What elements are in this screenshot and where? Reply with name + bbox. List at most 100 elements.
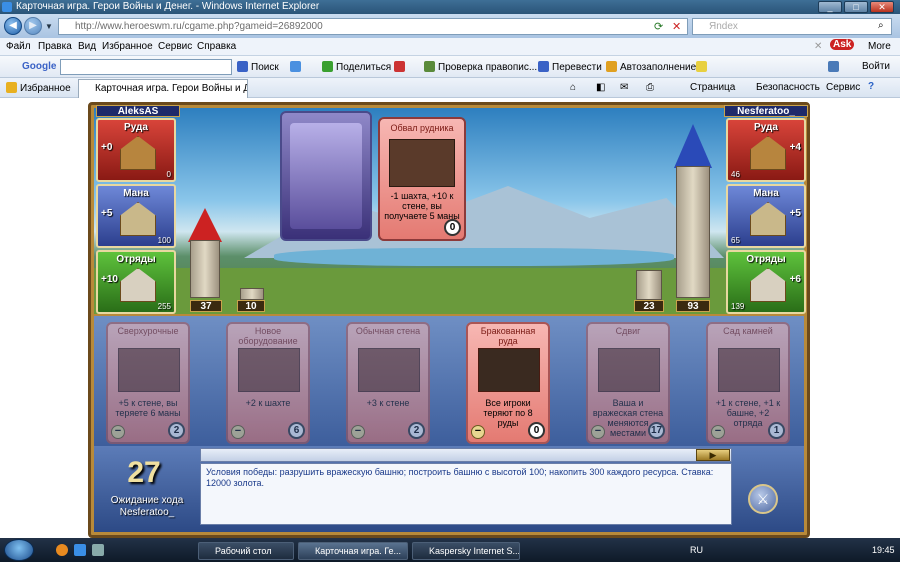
home-icon[interactable]: ⌂ <box>570 82 576 93</box>
hand-card-5[interactable]: Сдвиг Ваша и вражеская стена меняются ме… <box>586 322 670 444</box>
hand-card-6[interactable]: Сад камней +1 к стене, +1 к башне, +2 от… <box>706 322 790 444</box>
start-button[interactable] <box>4 539 34 561</box>
taskbar-ie[interactable]: Карточная игра. Ге... <box>298 542 408 560</box>
wrench-icon <box>828 61 839 72</box>
ie-quicklaunch-icon[interactable] <box>74 544 86 556</box>
ask-logo[interactable]: Ask <box>830 39 855 50</box>
card-cost: 2 <box>168 422 185 439</box>
menu-view[interactable]: Вид <box>78 41 96 52</box>
menu-edit[interactable]: Правка <box>38 41 72 52</box>
right-mana-panel: Мана +5 65 <box>726 184 806 248</box>
google-search-input[interactable] <box>60 59 232 75</box>
print-icon[interactable]: ⎙ <box>646 82 654 93</box>
close-window-button[interactable]: ✕ <box>870 1 894 13</box>
minimize-button[interactable]: _ <box>818 1 842 13</box>
card-image <box>478 348 540 392</box>
troops-income: +6 <box>789 274 801 285</box>
menu-favorites[interactable]: Избранное <box>102 41 153 52</box>
translate-button[interactable]: Перевести <box>538 61 602 73</box>
turn-label: Ожидание хода <box>110 495 184 506</box>
surrender-icon[interactable]: ⚔ <box>748 484 778 514</box>
played-card-desc: -1 шахта, +10 к стене, вы получаете 5 ма… <box>384 191 460 221</box>
mail-icon[interactable]: ✉ <box>620 82 628 93</box>
discard-button[interactable]: − <box>471 425 485 439</box>
stop-icon[interactable]: ✕ <box>672 20 681 33</box>
card-image <box>718 348 780 392</box>
ore-label: Руда <box>754 122 778 133</box>
security-menu[interactable]: Безопасность <box>756 82 820 93</box>
plus-icon[interactable] <box>290 61 304 73</box>
discard-button[interactable]: − <box>351 425 365 439</box>
page-menu[interactable]: Страница <box>690 82 735 93</box>
maximize-button[interactable]: □ <box>844 1 868 13</box>
favorites-button[interactable]: Избранное <box>6 82 71 94</box>
card-title: Сдвиг <box>615 326 641 336</box>
settings-icon[interactable] <box>828 61 842 73</box>
close-toolbar-icon[interactable]: ✕ <box>814 41 822 52</box>
discard-button[interactable]: − <box>711 425 725 439</box>
mana-amount: 65 <box>731 236 740 245</box>
chat-input[interactable] <box>200 448 732 462</box>
mana-label: Мана <box>123 188 149 199</box>
menu-file[interactable]: Файл <box>6 41 31 52</box>
browser-tab[interactable]: Карточная игра. Герои Войны и Денег. <box>78 79 248 98</box>
google-search-button[interactable]: Поиск <box>237 61 279 73</box>
send-button[interactable]: ▶ <box>696 449 730 461</box>
history-dropdown-icon[interactable]: ▼ <box>45 22 53 31</box>
barracks-icon <box>750 268 786 302</box>
card-cost: 2 <box>408 422 425 439</box>
share-button[interactable]: Поделиться <box>322 61 391 73</box>
translate-page-icon[interactable] <box>394 61 408 73</box>
rss-icon[interactable]: ◧ <box>596 82 605 93</box>
discard-button[interactable]: − <box>231 425 245 439</box>
highlight-icon[interactable] <box>696 61 710 73</box>
left-wall <box>240 288 264 300</box>
translate-label: Перевести <box>552 62 602 73</box>
right-wall <box>636 270 662 300</box>
card-back <box>280 111 372 241</box>
troops-label: Отряды <box>116 254 156 265</box>
mana-income: +5 <box>101 208 113 219</box>
hand-card-2[interactable]: Новое оборудование +2 к шахте − 6 <box>226 322 310 444</box>
search-input[interactable]: Яndex <box>692 18 892 35</box>
menu-tools[interactable]: Сервис <box>158 41 192 52</box>
tab-title: Карточная игра. Герои Войны и Денег. <box>95 83 247 94</box>
right-player-name: Nesferatoo_ <box>724 105 808 117</box>
address-bar[interactable]: http://www.heroeswm.ru/cgame.php?gameid=… <box>58 18 688 35</box>
refresh-icon[interactable]: ⟳ <box>654 20 663 33</box>
card-title: Бракованная руда <box>480 326 536 346</box>
hand-card-4[interactable]: Бракованная руда Все игроки теряют по 8 … <box>466 322 550 444</box>
taskbar-kaspersky[interactable]: Kaspersky Internet S... <box>412 542 520 560</box>
help-icon[interactable]: ? <box>868 81 874 92</box>
more-button[interactable]: More <box>868 41 891 52</box>
spellcheck-button[interactable]: Проверка правопис... <box>424 61 537 73</box>
last-played-card: Обвал рудника -1 шахта, +10 к стене, вы … <box>378 117 466 241</box>
service-menu[interactable]: Сервис <box>826 82 860 93</box>
firefox-icon[interactable] <box>56 544 68 556</box>
card-desc: +5 к стене, вы теряете 6 маны <box>115 398 181 418</box>
hand-card-1[interactable]: Сверхурочные +5 к стене, вы теряете 6 ма… <box>106 322 190 444</box>
search-icon[interactable]: ⌕ <box>878 20 884 31</box>
language-indicator[interactable]: RU <box>690 545 703 555</box>
ore-amount: 0 <box>166 170 171 179</box>
signin-button[interactable]: Войти <box>862 61 890 72</box>
google-logo: Google <box>22 61 57 72</box>
taskbar-desktop[interactable]: Рабочий стол <box>198 542 294 560</box>
address-row: ◀ ▶ ▼ http://www.heroeswm.ru/cgame.php?g… <box>0 14 900 38</box>
discard-button[interactable]: − <box>591 425 605 439</box>
mine-icon <box>120 136 156 170</box>
menu-help[interactable]: Справка <box>197 41 236 52</box>
desktop-icon[interactable] <box>92 544 104 556</box>
discard-button[interactable]: − <box>111 425 125 439</box>
back-button[interactable]: ◀ <box>4 17 22 35</box>
card-desc: +2 к шахте <box>245 398 291 408</box>
troops-label: Отряды <box>746 254 786 265</box>
autofill-icon <box>606 61 617 72</box>
google-toolbar: Google Поиск Поделиться Проверка правопи… <box>0 56 900 78</box>
turn-player: Nesferatoo_ <box>119 507 175 518</box>
card-image <box>238 348 300 392</box>
forward-button[interactable]: ▶ <box>24 17 42 35</box>
hand-card-3[interactable]: Обычная стена +3 к стене − 2 <box>346 322 430 444</box>
autofill-button[interactable]: Автозаполнение <box>606 61 696 73</box>
page-icon <box>394 61 405 72</box>
